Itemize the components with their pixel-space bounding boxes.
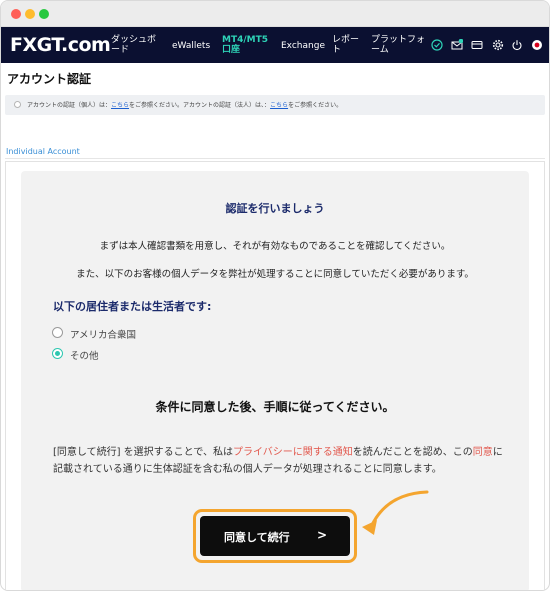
residency-question: 以下の居住者または生活者です: [53, 300, 212, 313]
consent-link[interactable]: 同意 [473, 447, 493, 458]
corporate-guide-link[interactable]: こちら [270, 102, 288, 109]
language-flag-icon[interactable] [531, 39, 543, 51]
panel-title: 認証を行いましょう [225, 202, 325, 215]
nav-mt4-mt5-accounts[interactable]: MT4/MT5 口座 [222, 35, 268, 55]
radio-other[interactable] [52, 348, 63, 359]
brand-logo[interactable]: FXGT.com [10, 34, 111, 56]
agree-and-continue-button[interactable]: 同意して続行 > [200, 516, 350, 556]
chevron-right-icon: > [317, 528, 328, 542]
notice-bullet-icon [14, 101, 21, 108]
info-notice: アカウントの認証（個人）は：こちらをご参照ください。アカウントの認証（法人）は、… [5, 95, 545, 115]
nav-dashboard[interactable]: ダッシュボ ード [111, 35, 156, 55]
option-usa-label[interactable]: アメリカ合衆国 [70, 327, 136, 341]
nav-platforms[interactable]: プラットフォ ーム [371, 35, 425, 55]
nav-reports[interactable]: レポー ト [332, 35, 359, 55]
radio-usa[interactable] [52, 327, 63, 338]
instructions-heading: 条件に同意した後、手順に従ってください。 [155, 400, 395, 414]
intro-line-1: まずは本人確認書類を用意し、それが有効なものであることを確認してください。 [99, 241, 451, 252]
tab-divider [5, 158, 545, 159]
verified-check-icon[interactable] [431, 39, 443, 51]
maximize-window-button[interactable] [39, 9, 49, 19]
individual-guide-link[interactable]: こちら [111, 102, 129, 109]
intro-line-2: また、以下のお客様の個人データを弊社が処理することに同意していただく必要がありま… [76, 269, 474, 280]
page-title: アカウント認証 [7, 72, 92, 86]
mail-icon[interactable] [451, 38, 464, 51]
option-other-label[interactable]: その他 [70, 348, 99, 362]
privacy-notice-link[interactable]: プライバシーに関する通知 [233, 447, 353, 458]
logout-power-icon[interactable] [511, 39, 523, 51]
consent-text: [同意して続行] を選択することで、私はプライバシーに関する通知を読んだことを認… [53, 447, 503, 475]
settings-gear-icon[interactable] [492, 39, 504, 51]
nav-ewallets[interactable]: eWallets [172, 41, 210, 51]
close-window-button[interactable] [11, 9, 21, 19]
window-titlebar [1, 1, 549, 27]
top-navbar: FXGT.com ダッシュボ ード eWallets MT4/MT5 口座 Ex… [1, 27, 549, 63]
minimize-window-button[interactable] [25, 9, 35, 19]
wallet-card-icon[interactable] [471, 39, 483, 51]
browser-window: FXGT.com ダッシュボ ード eWallets MT4/MT5 口座 Ex… [0, 0, 550, 591]
notice-text: アカウントの認証（個人）は：こちらをご参照ください。アカウントの認証（法人）は、… [27, 102, 343, 109]
nav-exchange[interactable]: Exchange [281, 41, 325, 51]
pointer-arrow-icon [362, 490, 429, 535]
tab-individual-account[interactable]: Individual Account [6, 147, 80, 156]
